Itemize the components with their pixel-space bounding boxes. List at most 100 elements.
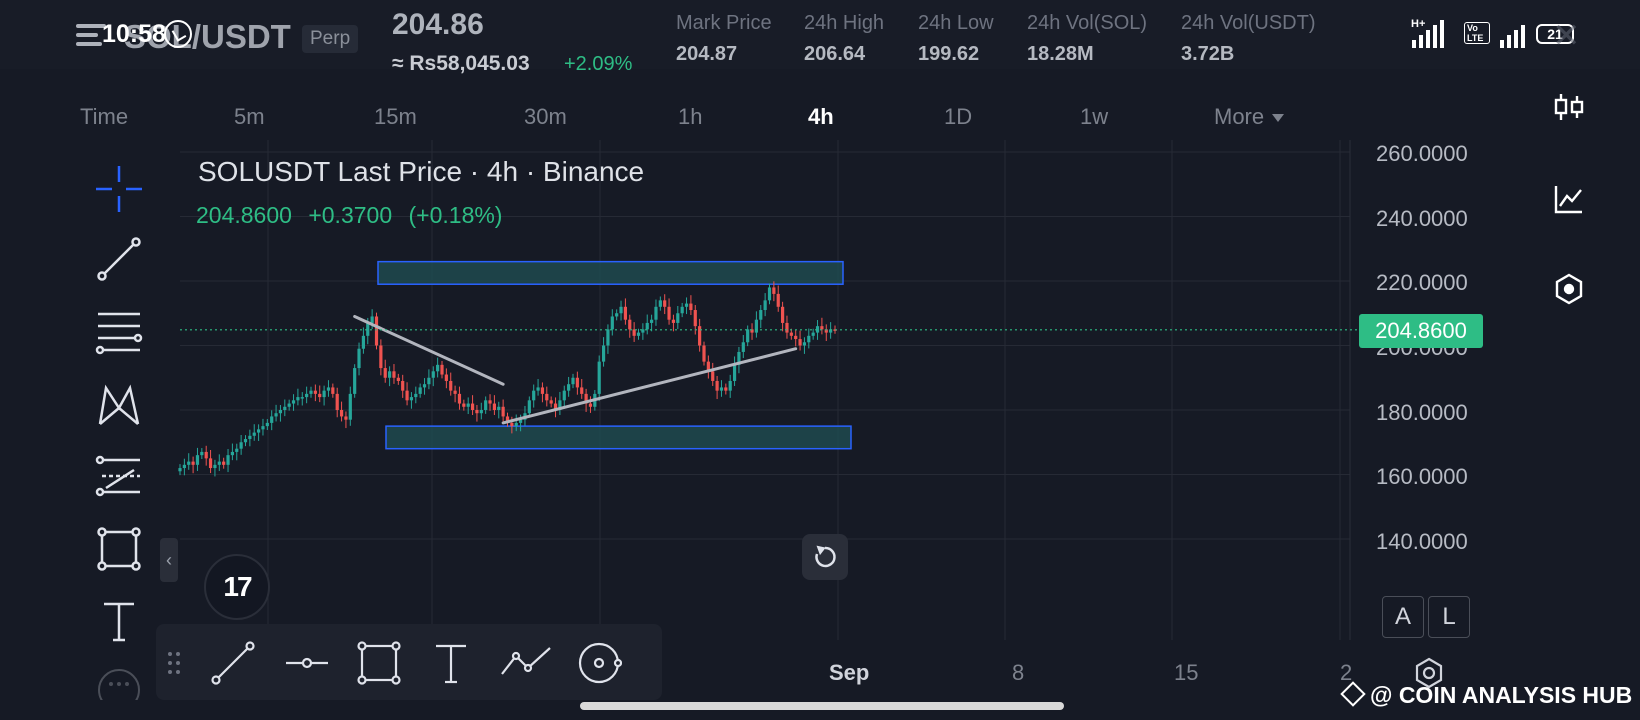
candle-body: [226, 455, 230, 465]
xabcd-pattern-icon[interactable]: [94, 380, 144, 430]
candle-body: [213, 464, 217, 469]
candle-body: [361, 335, 365, 349]
candle-body: [475, 410, 479, 414]
rectangle-draw-tool-icon[interactable]: [356, 640, 402, 686]
candle-body: [274, 413, 278, 417]
trendline: [501, 347, 798, 425]
candle-body: [514, 422, 518, 427]
candle-body: [798, 339, 802, 346]
chart-zones: [377, 260, 852, 450]
candle-body: [331, 387, 335, 394]
candle-body: [794, 335, 798, 340]
candle-body: [680, 306, 684, 314]
candle-body: [497, 406, 501, 410]
path-tool-icon[interactable]: [498, 640, 554, 686]
candle-body: [615, 313, 619, 317]
candle-body: [409, 397, 414, 401]
candle-body: [510, 422, 514, 427]
chart-trendlines: [353, 314, 798, 425]
candle-body: [344, 416, 348, 420]
more-tools-icon[interactable]: [94, 664, 144, 700]
prediction-measure-icon[interactable]: [94, 452, 144, 502]
candle-body: [811, 332, 815, 336]
candle-body: [462, 403, 466, 407]
candle-body: [235, 448, 239, 452]
candle-body: [296, 397, 300, 401]
text-draw-tool-icon[interactable]: [428, 640, 474, 686]
candle-body: [567, 384, 571, 391]
trend-line-icon[interactable]: [94, 234, 144, 284]
crosshair-icon[interactable]: [94, 164, 144, 214]
current-price-tag: 204.8600: [1359, 314, 1483, 348]
candle-body: [427, 377, 431, 385]
candle-body: [628, 319, 632, 330]
candle-body: [208, 458, 213, 469]
candle-body: [588, 403, 593, 407]
candle-body: [492, 403, 496, 410]
rectangle-tool-icon[interactable]: [94, 524, 144, 574]
candle-body: [663, 300, 667, 307]
candle-body: [383, 368, 387, 378]
candle-body: [178, 468, 182, 472]
candle-body: [484, 400, 488, 410]
candle-body: [466, 403, 470, 407]
ohlc-change-pct: (+0.18%): [408, 202, 503, 228]
log-scale-button[interactable]: L: [1428, 596, 1470, 638]
candle-body: [759, 310, 763, 320]
candle-body: [658, 300, 662, 307]
chart-title: SOLUSDT Last Price · 4h · Binance: [198, 156, 645, 187]
fib-retracement-icon[interactable]: [94, 308, 144, 358]
reset-chart-button[interactable]: [802, 534, 848, 580]
candle-body: [684, 303, 689, 307]
candle-body: [776, 293, 780, 307]
candle-body: [436, 364, 440, 372]
candle-body: [676, 313, 680, 323]
drag-handle-icon[interactable]: [164, 640, 184, 686]
y-tick-label: 140.0000: [1376, 529, 1468, 554]
y-tick-label: 220.0000: [1376, 270, 1468, 295]
candle-body: [270, 416, 274, 423]
candle-body: [767, 287, 772, 301]
auto-scale-button[interactable]: A: [1382, 596, 1424, 638]
candle-body: [313, 390, 317, 394]
ohlc-price: 204.8600: [196, 202, 292, 228]
candle-body: [379, 345, 383, 369]
text-tool-icon[interactable]: [94, 596, 144, 646]
candle-body: [217, 461, 221, 465]
candle-body: [781, 306, 785, 323]
candle-body: [636, 332, 641, 336]
candle-body: [741, 342, 745, 352]
candle-body: [305, 393, 309, 398]
candle-body: [732, 364, 737, 381]
binance-diamond-icon: [1340, 681, 1366, 707]
candle-body: [457, 393, 462, 404]
y-tick-label: 240.0000: [1376, 206, 1468, 231]
candle-body: [610, 316, 614, 330]
candle-body: [724, 387, 728, 391]
candle-body: [807, 335, 811, 343]
home-indicator[interactable]: [580, 702, 1064, 710]
y-tick-label: 180.0000: [1376, 400, 1468, 425]
supply-demand-zone: [377, 260, 844, 285]
candle-body: [545, 393, 549, 401]
candle-body: [711, 371, 715, 381]
candle-body: [532, 390, 536, 401]
drawing-toolbar: [156, 624, 662, 700]
candle-body: [239, 442, 243, 449]
trend-line-tool-icon[interactable]: [210, 640, 256, 686]
candle-body: [785, 322, 789, 333]
circle-tool-icon[interactable]: [576, 640, 622, 686]
candle-body: [326, 387, 331, 391]
candle-body: [449, 380, 453, 391]
collapse-toolbar-handle[interactable]: ‹: [160, 538, 178, 582]
watermark-text: @ COIN ANALYSIS HUB: [1370, 682, 1633, 708]
candle-body: [370, 316, 374, 323]
candle-body: [536, 387, 540, 391]
candle-body: [671, 319, 676, 323]
candle-body: [789, 332, 793, 336]
candle-body: [802, 342, 807, 346]
candle-body: [388, 371, 392, 378]
candle-body: [257, 429, 261, 433]
horizontal-ray-tool-icon[interactable]: [284, 640, 330, 686]
candle-body: [278, 410, 283, 414]
